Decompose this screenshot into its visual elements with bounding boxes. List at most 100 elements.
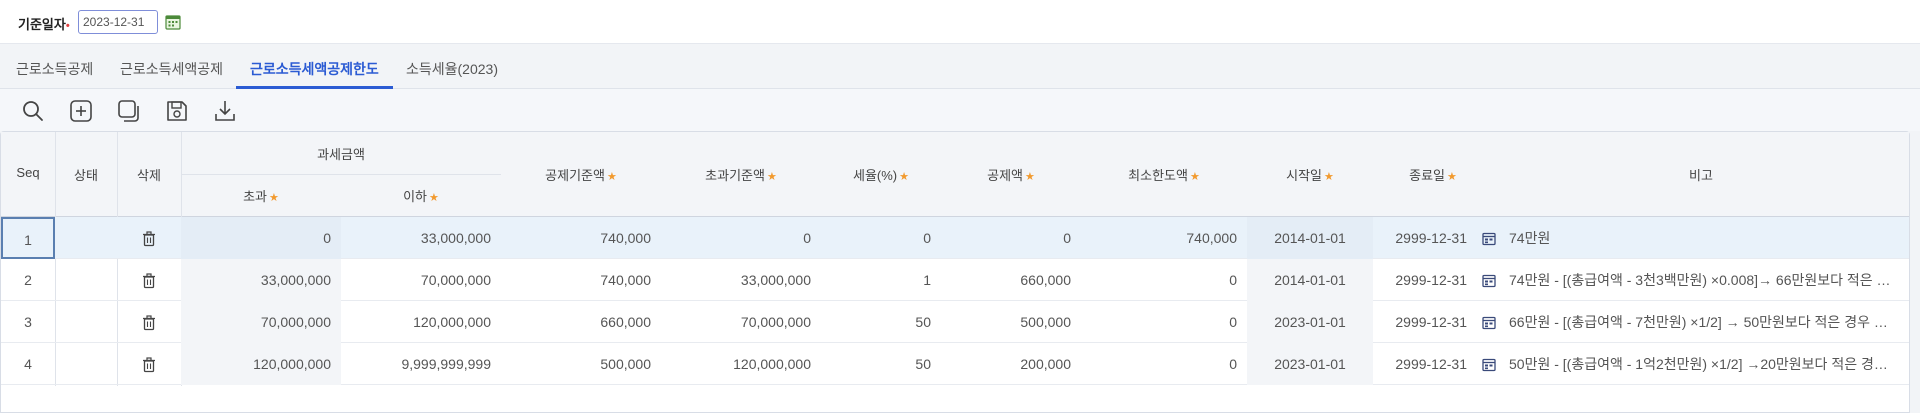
cell-tax-rate[interactable]: 1 [821,259,941,301]
cell-base-amount[interactable]: 500,000 [501,343,661,385]
cell-min-limit[interactable]: 740,000 [1081,217,1247,259]
cell-start-date[interactable]: 2023-01-01 [1247,301,1373,343]
cell-under[interactable]: 70,000,000 [341,259,501,301]
cell-start-date[interactable]: 2014-01-01 [1247,217,1373,259]
base-date-input[interactable] [78,10,158,34]
search-icon[interactable] [20,98,46,124]
cell-status[interactable] [55,343,117,385]
header-group-divider [181,174,501,175]
required-star: ★ [1447,171,1457,183]
header-status[interactable]: 상태 [55,165,117,184]
header-end-date[interactable]: 종료일 ★ [1373,165,1493,184]
copy-icon[interactable] [116,98,142,124]
header-delete[interactable]: 삭제 [117,165,181,184]
cell-base-amount[interactable]: 660,000 [501,301,661,343]
calendar-icon[interactable] [164,13,182,31]
header-under-text: 이하 [403,189,428,204]
cell-deduction[interactable]: 500,000 [941,301,1081,343]
cell-end-date[interactable]: 2999-12-31 [1373,259,1477,301]
table-row[interactable]: 1 0 33,000,000 740,000 0 0 0 740,000 2014-01-01 2… [1,217,1909,259]
tab-earned-income-deduction[interactable]: 근로소득공제 [2,44,107,89]
trash-icon [142,356,156,373]
filter-bar: 기준일자• [0,0,1920,44]
header-min-limit[interactable]: 최소한도액 ★ [1081,165,1247,184]
delete-row-button[interactable] [117,343,181,385]
table-row[interactable]: 3 70,000,000 120,000,000 660,000 70,000,000 5… [1,301,1909,343]
note-detail-button[interactable] [1477,301,1501,343]
header-excess-base[interactable]: 초과기준액 ★ [661,165,821,184]
cell-end-date[interactable]: 2999-12-31 [1373,301,1477,343]
cell-deduction[interactable]: 660,000 [941,259,1081,301]
header-note[interactable]: 비고 [1493,165,1909,184]
cell-seq[interactable]: 2 [1,259,55,301]
cell-min-limit[interactable]: 0 [1081,301,1247,343]
cell-under[interactable]: 33,000,000 [341,217,501,259]
cell-note[interactable]: 74만원 [1503,217,1903,259]
delete-row-button[interactable] [117,301,181,343]
cell-note[interactable]: 50만원 - [(총급여액 - 1억2천만원) ×1/2] →20만원보다 적은… [1503,343,1903,385]
note-detail-button[interactable] [1477,259,1501,301]
required-mark: • [65,20,70,32]
cell-excess-base[interactable]: 120,000,000 [661,343,821,385]
tab-income-tax-rate[interactable]: 소득세율(2023) [392,44,512,89]
date-label-text: 기준일자 [18,17,66,32]
cell-base-amount[interactable]: 740,000 [501,217,661,259]
cell-note[interactable]: 74만원 - [(총급여액 - 3천3백만원) ×0.008]→ 66만원보다 … [1503,259,1903,301]
delete-row-button[interactable] [117,259,181,301]
header-start-date[interactable]: 시작일 ★ [1247,165,1373,184]
header-deduction-text: 공제액 [987,168,1023,183]
cell-deduction[interactable]: 200,000 [941,343,1081,385]
header-base-amount[interactable]: 공제기준액 ★ [501,165,661,184]
save-icon[interactable] [164,98,190,124]
cell-under[interactable]: 9,999,999,999 [341,343,501,385]
cell-end-date[interactable]: 2999-12-31 [1373,343,1477,385]
required-star: ★ [1324,171,1334,183]
cell-status[interactable] [55,301,117,343]
cell-seq[interactable]: 1 [1,217,55,259]
cell-status[interactable] [55,259,117,301]
header-under[interactable]: 이하 ★ [341,186,501,205]
cell-excess-base[interactable]: 0 [661,217,821,259]
tab-earned-income-tax-credit[interactable]: 근로소득세액공제 [106,44,237,89]
tab-tax-credit-limit[interactable]: 근로소득세액공제한도 [236,44,393,89]
header-deduction[interactable]: 공제액 ★ [941,165,1081,184]
cell-seq[interactable]: 4 [1,343,55,385]
add-icon[interactable] [68,98,94,124]
cell-status[interactable] [55,217,117,259]
cell-over[interactable]: 120,000,000 [181,343,341,385]
cell-excess-base[interactable]: 70,000,000 [661,301,821,343]
note-detail-button[interactable] [1477,343,1501,385]
cell-over[interactable]: 33,000,000 [181,259,341,301]
required-star: ★ [429,192,439,204]
table-row[interactable]: 4 120,000,000 9,999,999,999 500,000 120,000,… [1,343,1909,385]
cell-min-limit[interactable]: 0 [1081,343,1247,385]
deduction-limit-grid: Seq 상태 삭제 과세금액 초과 ★ 이하 ★ 공제기준액 ★ 초과기준액 ★ 세율(… [0,131,1910,413]
header-tax-rate-text: 세율(%) [852,168,898,183]
cell-over[interactable]: 70,000,000 [181,301,341,343]
delete-row-button[interactable] [117,217,181,259]
cell-min-limit[interactable]: 0 [1081,259,1247,301]
cell-tax-rate[interactable]: 50 [821,343,941,385]
download-icon[interactable] [212,98,238,124]
cell-start-date[interactable]: 2023-01-01 [1247,343,1373,385]
header-tax-rate[interactable]: 세율(%) ★ [821,165,941,184]
cell-seq[interactable]: 3 [1,301,55,343]
cell-tax-rate[interactable]: 50 [821,301,941,343]
required-star: ★ [1189,171,1200,183]
header-over[interactable]: 초과 ★ [181,186,341,205]
date-label: 기준일자• [18,14,70,33]
header-seq[interactable]: Seq [1,165,55,180]
cell-start-date[interactable]: 2014-01-01 [1247,259,1373,301]
cell-over[interactable]: 0 [181,217,341,259]
note-detail-button[interactable] [1477,217,1501,259]
cell-tax-rate[interactable]: 0 [821,217,941,259]
table-row[interactable]: 2 33,000,000 70,000,000 740,000 33,000,000 1 6… [1,259,1909,301]
cell-base-amount[interactable]: 740,000 [501,259,661,301]
notepad-icon [1482,314,1496,330]
cell-note[interactable]: 66만원 - [(총급여액 - 7천만원) ×1/2] → 50만원보다 적은 … [1503,301,1903,343]
cell-under[interactable]: 120,000,000 [341,301,501,343]
cell-excess-base[interactable]: 33,000,000 [661,259,821,301]
cell-deduction[interactable]: 0 [941,217,1081,259]
cell-end-date[interactable]: 2999-12-31 [1373,217,1477,259]
header-over-text: 초과 [243,189,268,204]
